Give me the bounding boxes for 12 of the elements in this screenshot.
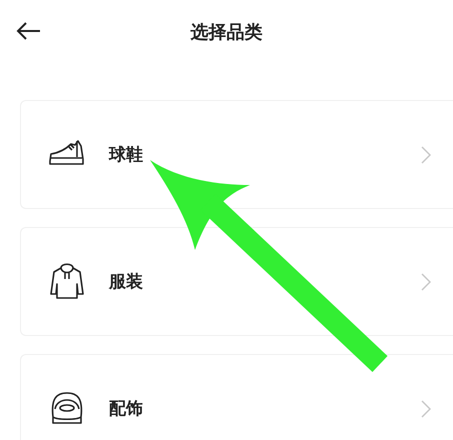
category-item[interactable]: 配饰: [20, 354, 453, 440]
back-button[interactable]: [14, 20, 42, 42]
page-title: 选择品类: [190, 21, 262, 44]
chevron-icon: [421, 146, 431, 164]
category-item[interactable]: 球鞋: [20, 100, 453, 209]
category-label: 服装: [109, 271, 144, 293]
chevron-icon: [421, 400, 431, 418]
category-label: 配饰: [109, 398, 144, 420]
category-item[interactable]: 服装: [20, 227, 453, 336]
chevron-icon: [421, 272, 431, 290]
hoodie-icon: [47, 262, 87, 302]
category-label: 球鞋: [109, 144, 144, 166]
